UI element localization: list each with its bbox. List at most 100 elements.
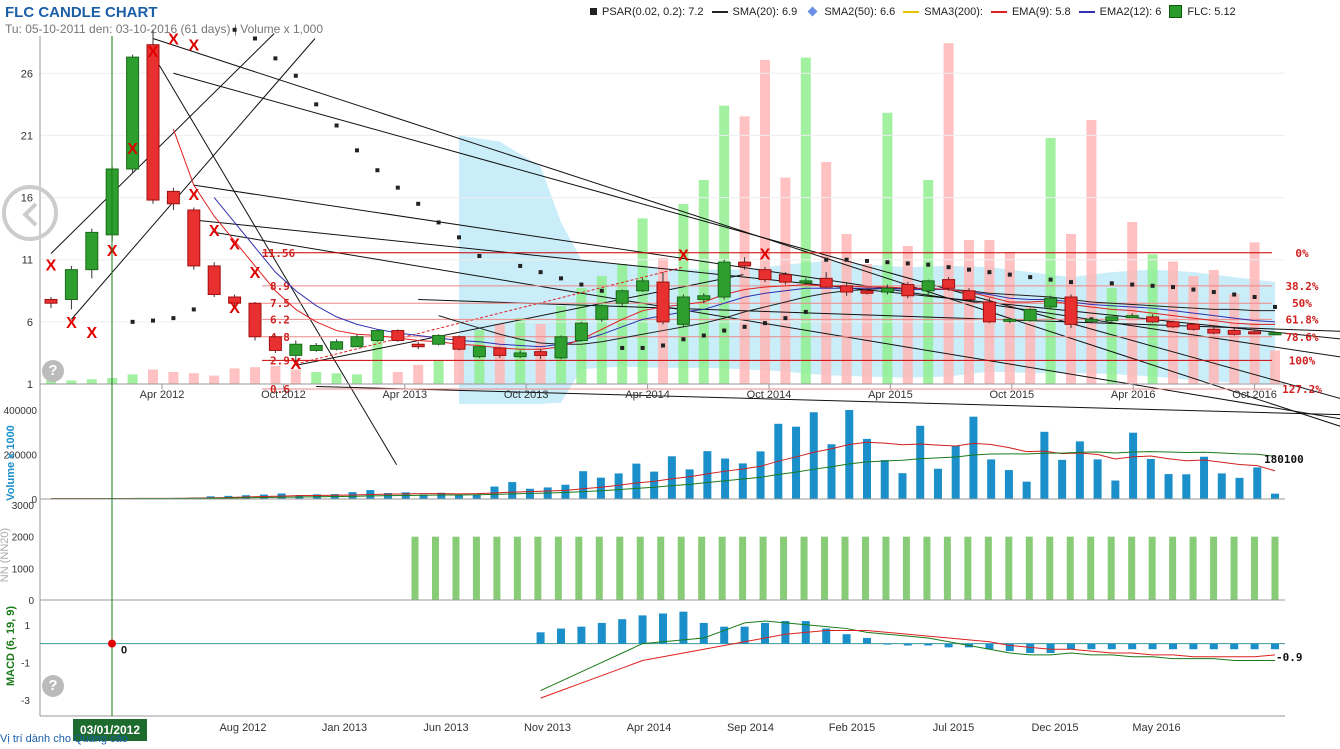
volume-bar bbox=[792, 426, 801, 499]
x-tick-label: Oct 2013 bbox=[504, 389, 549, 401]
macd-histogram-bar bbox=[1107, 643, 1116, 650]
candle-body bbox=[187, 209, 201, 267]
nn-y-tick: 0 bbox=[28, 596, 34, 607]
nn-bar bbox=[677, 536, 685, 600]
candle-body bbox=[1023, 308, 1037, 322]
ad-placeholder-text[interactable]: Vị trí dành cho Quảng cáo bbox=[0, 733, 128, 745]
candle-body bbox=[85, 231, 99, 271]
macd-x-tick-label: Jul 2015 bbox=[933, 722, 975, 734]
macd-histogram-bar bbox=[1026, 643, 1035, 653]
help-icon[interactable]: ? bbox=[42, 675, 64, 697]
macd-histogram-bar bbox=[1271, 643, 1279, 650]
candle-body bbox=[1044, 297, 1058, 308]
psar-dot bbox=[232, 27, 237, 32]
fib-right-label: 127.2% bbox=[1282, 383, 1322, 396]
candle-body bbox=[44, 298, 58, 304]
fib-left-label: 2.9 bbox=[270, 354, 290, 367]
x-marker: X bbox=[148, 44, 159, 61]
candle-body bbox=[880, 287, 894, 293]
psar-dot bbox=[701, 333, 706, 338]
fib-right-label: 61.8% bbox=[1285, 313, 1318, 326]
candle-body bbox=[513, 352, 527, 358]
psar-dot bbox=[1150, 283, 1155, 288]
macd-x-tick-label: Jun 2013 bbox=[423, 722, 468, 734]
nn-bar bbox=[472, 536, 480, 600]
nn-bar bbox=[493, 536, 501, 600]
psar-dot bbox=[1007, 272, 1012, 277]
nn-bar bbox=[841, 536, 849, 600]
psar-dot bbox=[395, 185, 400, 190]
nn-bar bbox=[534, 536, 542, 600]
x-marker: X bbox=[209, 223, 220, 240]
psar-dot bbox=[1273, 304, 1277, 309]
help-icon[interactable]: ? bbox=[42, 360, 64, 382]
nn-bar bbox=[575, 536, 583, 600]
candle-body bbox=[554, 336, 568, 359]
volume-overlay-bar bbox=[148, 369, 158, 384]
psar-dot bbox=[416, 201, 421, 206]
macd-histogram-bar bbox=[1046, 643, 1055, 653]
volume-bar bbox=[933, 468, 942, 499]
candle-body bbox=[717, 261, 731, 298]
x-marker: X bbox=[46, 258, 57, 275]
psar-dot bbox=[946, 265, 951, 270]
nn-bar bbox=[513, 536, 521, 600]
macd-histogram-bar bbox=[883, 643, 892, 645]
candle-body bbox=[146, 44, 160, 201]
macd-histogram-bar bbox=[638, 615, 647, 644]
nn-bar bbox=[431, 536, 439, 600]
macd-x-tick-label: Apr 2014 bbox=[627, 722, 672, 734]
psar-dot bbox=[1048, 277, 1053, 282]
volume-bar bbox=[987, 459, 996, 499]
psar-dot bbox=[844, 257, 849, 262]
volume-overlay-bar bbox=[739, 116, 750, 385]
macd-histogram-bar bbox=[618, 619, 627, 644]
macd-histogram-bar bbox=[1230, 643, 1239, 650]
candle-body bbox=[268, 336, 282, 351]
nn-bar bbox=[698, 536, 706, 600]
scroll-left-icon[interactable] bbox=[2, 185, 58, 241]
macd-histogram-bar bbox=[659, 613, 667, 644]
candle-body bbox=[901, 284, 915, 297]
macd-line bbox=[540, 620, 1275, 692]
psar-dot bbox=[579, 282, 584, 287]
volume-overlay-bar bbox=[1229, 294, 1240, 384]
volume-overlay-bar bbox=[1086, 120, 1097, 384]
psar-dot bbox=[803, 309, 808, 314]
candle-body bbox=[1003, 318, 1017, 322]
macd-histogram-bar bbox=[1067, 643, 1075, 650]
cursor-value: 0 bbox=[121, 645, 127, 657]
psar-dot bbox=[559, 276, 563, 281]
volume-overlay-bar bbox=[209, 375, 220, 384]
candle-body bbox=[534, 351, 548, 356]
x-tick-label: Oct 2016 bbox=[1232, 389, 1277, 401]
nn-bar bbox=[1169, 536, 1177, 600]
candle-body bbox=[819, 277, 833, 288]
volume-bar bbox=[1022, 481, 1031, 499]
macd-y-tick: -3 bbox=[21, 696, 30, 707]
psar-dot bbox=[518, 263, 523, 268]
macd-last-value: -0.9 bbox=[1276, 651, 1303, 664]
psar-dot bbox=[1232, 292, 1237, 297]
psar-dot bbox=[253, 36, 257, 41]
x-marker: X bbox=[66, 315, 77, 332]
nn-bar bbox=[1087, 536, 1095, 600]
macd-signal-line bbox=[540, 629, 1276, 699]
nn-bar bbox=[1230, 536, 1238, 600]
volume-overlay-bar bbox=[862, 264, 872, 384]
volume-bar bbox=[1253, 467, 1262, 499]
macd-y-label: MACD (6, 19, 9) bbox=[5, 606, 17, 686]
volume-overlay-bar bbox=[250, 367, 260, 384]
psar-dot bbox=[885, 260, 890, 265]
volume-bar bbox=[845, 410, 854, 499]
psar-dot bbox=[1252, 295, 1257, 299]
volume-overlay-bar bbox=[637, 218, 648, 384]
candle-body bbox=[656, 281, 670, 323]
psar-dot bbox=[599, 288, 604, 293]
psar-dot bbox=[273, 56, 278, 61]
macd-histogram-bar bbox=[1169, 643, 1177, 650]
nn-bar bbox=[1005, 536, 1013, 600]
volume-bar bbox=[1093, 459, 1102, 499]
volume-overlay-bar bbox=[188, 373, 199, 384]
psar-dot bbox=[620, 345, 625, 350]
